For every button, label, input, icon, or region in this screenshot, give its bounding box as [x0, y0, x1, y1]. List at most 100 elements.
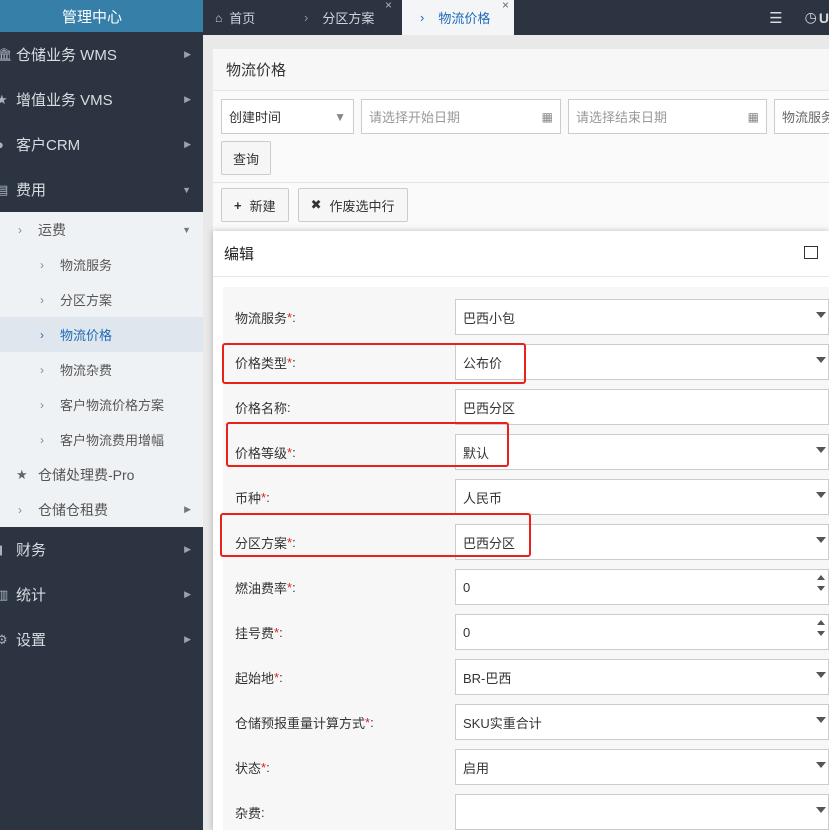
caret-right-icon: ▶	[184, 544, 191, 554]
caret-down-icon	[816, 447, 826, 453]
weight-calc-select[interactable]: SKU实重合计	[455, 704, 829, 740]
currency-select[interactable]: 人民币	[455, 479, 829, 515]
field-value: 巴西分区	[463, 400, 516, 416]
form-row-zone-plan: 分区方案 *: 巴西分区	[223, 524, 829, 560]
modal-title: 编辑	[224, 246, 255, 263]
home-icon: ⌂	[215, 10, 223, 25]
caret-down-icon	[816, 537, 826, 543]
finance-icon: ▮	[0, 542, 3, 558]
chevron-right-icon: ›	[18, 502, 22, 517]
void-button-label: 作废选中行	[329, 198, 395, 214]
caret-down-icon	[816, 717, 826, 723]
menu-settings-label: 设置	[16, 632, 47, 649]
sidebar-item-label: 物流杂费	[60, 363, 113, 378]
sidebar-item-label: 物流服务	[60, 258, 113, 273]
field-label: 状态 *:	[235, 759, 270, 776]
menu-vms-label: 增值业务 VMS	[16, 92, 113, 109]
chevron-right-icon: ›	[40, 257, 44, 272]
query-button[interactable]: 查询	[221, 141, 271, 175]
form-row-weight-calc: 仓储预报重量计算方式 *: SKU实重合计	[223, 704, 829, 740]
form-row-misc-fee: 杂费:	[223, 794, 829, 830]
chevron-right-icon: ›	[18, 222, 22, 237]
sidebar-item-freight[interactable]: › 运费 ▼	[0, 212, 203, 247]
tab-zone-plan[interactable]: › 分区方案 ×	[300, 0, 402, 35]
caret-right-icon: ▶	[184, 589, 191, 599]
form-row-status: 状态 *: 启用	[223, 749, 829, 785]
star-icon: ★	[16, 466, 28, 482]
spinner-arrows-icon[interactable]	[817, 620, 825, 636]
caret-down-icon	[816, 762, 826, 768]
service-select[interactable]: 物流服务	[774, 99, 829, 134]
origin-select[interactable]: BR-巴西	[455, 659, 829, 695]
chevron-right-icon: ›	[40, 362, 44, 377]
spinner-arrows-icon[interactable]	[817, 575, 825, 591]
new-button[interactable]: + 新建	[221, 188, 289, 222]
price-type-select[interactable]: 公布价	[455, 344, 829, 380]
zone-plan-select[interactable]: 巴西分区	[455, 524, 829, 560]
sidebar-item-customer-price-plan[interactable]: › 客户物流价格方案	[0, 387, 203, 422]
form-row-price-type: 价格类型 *: 公布价	[223, 344, 829, 380]
menu-fee[interactable]: ▤ 费用 ▼	[0, 167, 203, 212]
menu-crm[interactable]: ● 客户CRM ▶	[0, 122, 203, 167]
price-level-select[interactable]: 默认	[455, 434, 829, 470]
form-row-price-name: 价格名称: 巴西分区	[223, 389, 829, 425]
field-label: 起始地 *:	[235, 669, 283, 686]
menu-wms[interactable]: 🏛 仓储业务 WMS ▶	[0, 32, 203, 77]
field-value: 默认	[463, 445, 490, 461]
tab-logistics-price-label: 物流价格	[438, 11, 491, 26]
sidebar-item-logistics-price[interactable]: › 物流价格	[0, 317, 203, 352]
close-icon[interactable]: ×	[502, 0, 509, 12]
close-icon[interactable]: ×	[385, 0, 392, 12]
field-value: 0	[463, 579, 471, 595]
brand-title: 管理中心	[0, 0, 203, 32]
chevron-right-icon: ›	[40, 327, 44, 342]
edit-modal: 编辑 物流服务 *: 巴西小包 价格类型 *: 公布价 价格名称: 巴西分区 价格等…	[213, 231, 829, 830]
menu-wms-label: 仓储业务 WMS	[16, 47, 117, 64]
field-value: 0	[463, 624, 471, 640]
sidebar-item-storage-fee[interactable]: ★ 仓储处理费-Pro	[0, 457, 203, 492]
status-select[interactable]: 启用	[455, 749, 829, 785]
register-fee-stepper[interactable]: 0	[455, 614, 829, 650]
tab-zone-plan-label: 分区方案	[322, 11, 375, 26]
price-name-input[interactable]: 巴西分区	[455, 389, 829, 425]
user-menu[interactable]: U	[819, 10, 829, 26]
plus-icon: +	[234, 197, 242, 213]
tab-home[interactable]: ⌂ 首页	[203, 0, 300, 35]
menu-finance[interactable]: ▮ 财务 ▶	[0, 527, 203, 572]
sidebar-item-logistics-misc[interactable]: › 物流杂费	[0, 352, 203, 387]
tab-logistics-price[interactable]: › 物流价格 ×	[402, 0, 514, 35]
menu-stats[interactable]: ▥ 统计 ▶	[0, 572, 203, 617]
user-icon: ●	[0, 137, 4, 152]
logistics-service-select[interactable]: 巴西小包	[455, 299, 829, 335]
sidebar-item-customer-fee-increase[interactable]: › 客户物流费用增幅	[0, 422, 203, 457]
modal-header: 编辑	[213, 231, 829, 277]
start-date-placeholder: 请选择开始日期	[369, 110, 461, 125]
caret-down-icon: ▼	[182, 224, 191, 235]
field-value: 人民币	[463, 490, 503, 506]
sidebar-item-zone-plan[interactable]: › 分区方案	[0, 282, 203, 317]
field-value: 公布价	[463, 355, 503, 371]
sidebar-item-storage-rent[interactable]: › 仓储仓租费 ▶	[0, 492, 203, 527]
clock-icon: ◷	[804, 9, 817, 25]
form-row-fuel-rate: 燃油费率 *: 0	[223, 569, 829, 605]
sidebar-item-logistics-service[interactable]: › 物流服务	[0, 247, 203, 282]
gear-icon: ⚙	[0, 631, 8, 647]
fuel-rate-stepper[interactable]: 0	[455, 569, 829, 605]
menu-list-icon[interactable]: ☰	[769, 9, 782, 27]
field-label: 物流服务 *:	[235, 309, 296, 326]
time-type-select[interactable]: 创建时间 ▼	[221, 99, 354, 134]
new-button-label: 新建	[249, 198, 276, 214]
end-date-input[interactable]: 请选择结束日期 ▦	[568, 99, 767, 134]
time-type-value: 创建时间	[229, 110, 282, 125]
start-date-input[interactable]: 请选择开始日期 ▦	[361, 99, 561, 134]
menu-vms[interactable]: ★ 增值业务 VMS ▶	[0, 77, 203, 122]
void-selected-button[interactable]: ✖ 作废选中行	[297, 188, 408, 222]
menu-settings[interactable]: ⚙ 设置 ▶	[0, 617, 203, 662]
maximize-icon[interactable]	[804, 246, 818, 259]
calendar-icon: ▦	[541, 109, 553, 124]
tab-bar: ⌂ 首页 › 分区方案 × › 物流价格 × ☰ ◷ U	[203, 0, 829, 35]
chart-icon: ▥	[0, 586, 9, 602]
misc-fee-select[interactable]	[455, 794, 829, 830]
caret-down-icon	[816, 492, 826, 498]
menu-finance-label: 财务	[16, 542, 47, 559]
